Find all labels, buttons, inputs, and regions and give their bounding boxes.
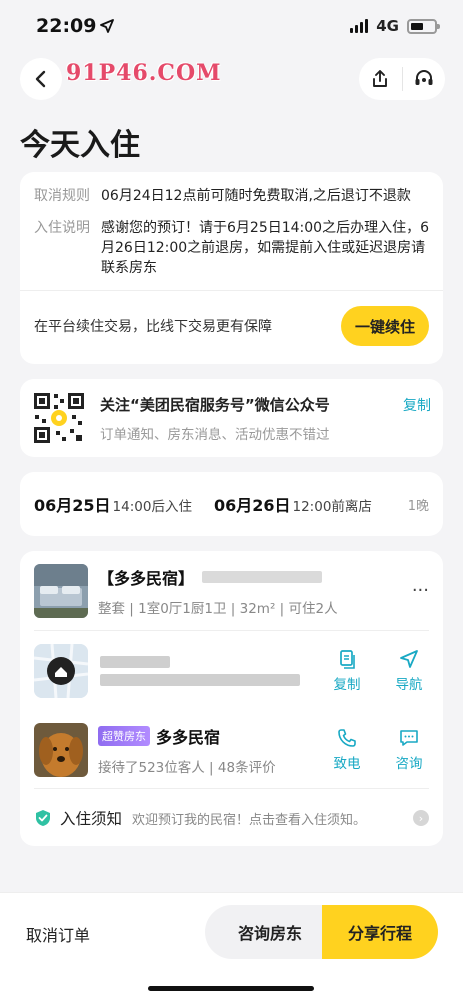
wechat-title: 关注“美团民宿服务号”微信公众号	[100, 395, 330, 414]
signal-icon	[350, 19, 369, 33]
checkout-time-note: 12:00前离店	[292, 499, 372, 515]
status-bar: 22:09 4G	[0, 0, 463, 52]
customer-service-button[interactable]	[402, 58, 445, 100]
listing-name: 【多多民宿】	[98, 565, 406, 589]
clock-text: 22:09	[36, 15, 97, 37]
consult-host-button[interactable]: 咨询	[389, 728, 429, 772]
call-host-label: 致电	[333, 755, 361, 772]
copy-icon	[340, 650, 355, 669]
listing-meta: 整套 | 1室0厅1厨1卫 | 32m² | 可住2人	[98, 600, 338, 617]
host-avatar	[34, 722, 88, 777]
copy-account-link[interactable]: 复制	[403, 395, 431, 415]
navigate-label: 导航	[395, 677, 423, 693]
host-meta: 接待了523位客人 | 48条评价	[98, 759, 276, 776]
call-host-button[interactable]: 致电	[327, 728, 367, 772]
checkin-time-note: 14:00后入住	[112, 499, 192, 515]
network-label: 4G	[376, 17, 399, 35]
nights-count: 1晚	[407, 498, 429, 514]
status-indicators: 4G	[350, 17, 440, 35]
bottom-action-bar: 取消订单 咨询房东 分享行程	[0, 892, 463, 1000]
address-row: 复制 导航	[34, 631, 429, 711]
listing-card: 【多多民宿】 整套 | 1室0厅1厨1卫 | 32m² | 可住2人 ··· 复…	[20, 551, 443, 846]
copy-address-button[interactable]: 复制	[327, 649, 367, 693]
checkin-notice-title: 入住须知	[60, 810, 123, 828]
redacted-name	[202, 570, 323, 583]
wechat-follow-card[interactable]: 关注“美团民宿服务号”微信公众号 订单通知、房东消息、活动优惠不错过 复制	[20, 379, 443, 457]
listing-photo	[34, 563, 88, 618]
checkin-date-value: 06月25日	[34, 496, 111, 515]
listing-name-text: 【多多民宿】	[98, 568, 195, 588]
cancel-policy-row: 取消规则 06月24日12点前可随时免费取消,之后退订不退款	[34, 186, 429, 206]
stay-dates-card: 06月25日 14:00后入住 06月26日 12:00前离店 1晚	[20, 472, 443, 536]
copy-address-label: 复制	[333, 677, 361, 693]
renew-hint: 在平台续住交易，比线下交易更有保障	[34, 319, 272, 335]
share-button[interactable]	[359, 58, 402, 100]
wechat-subtitle: 订单通知、房东消息、活动优惠不错过	[100, 426, 330, 443]
back-button[interactable]	[20, 58, 62, 100]
shield-check-icon	[36, 810, 50, 826]
cancel-order-button[interactable]: 取消订单	[26, 922, 90, 946]
redacted-address-line	[100, 656, 170, 668]
share-itinerary-button[interactable]: 分享行程	[322, 905, 438, 959]
checkin-date: 06月25日 14:00后入住	[34, 492, 192, 516]
checkin-instruction-row: 入住说明 感谢您的预订！请于6月25日14:00之后办理入住，6月26日12:0…	[34, 218, 429, 278]
headset-icon	[415, 70, 433, 85]
more-icon[interactable]: ···	[412, 580, 429, 601]
checkout-date: 06月26日 12:00前离店	[214, 492, 372, 516]
checkin-notice-text: 欢迎预订我的民宿！点击查看入住须知。	[132, 812, 367, 828]
renew-button[interactable]: 一键续住	[341, 306, 429, 346]
super-host-badge: 超赞房东	[98, 725, 150, 746]
status-time: 22:09	[36, 15, 115, 37]
map-thumbnail[interactable]	[34, 644, 88, 698]
redacted-address-line	[100, 674, 300, 686]
host-row[interactable]: 超赞房东 多多民宿 接待了523位客人 | 48条评价 致电 咨询	[34, 711, 429, 789]
header-actions	[359, 58, 445, 100]
checkout-date-value: 06月26日	[213, 496, 291, 515]
chevron-right-icon: ›	[413, 810, 429, 826]
page-title: 今天入住	[20, 128, 140, 163]
location-arrow-icon	[100, 19, 115, 33]
renew-row: 在平台续住交易，比线下交易更有保障 一键续住	[34, 291, 429, 361]
host-name: 多多民宿	[156, 727, 221, 747]
cancel-policy-text: 06月24日12点前可随时免费取消,之后退订不退款	[101, 188, 411, 204]
checkin-instruction-text: 感谢您的预订！请于6月25日14:00之后办理入住，6月26日12:00之前退房…	[101, 220, 429, 276]
home-indicator	[148, 986, 314, 991]
phone-icon	[338, 728, 356, 747]
checkin-instruction-label: 入住说明	[34, 220, 90, 236]
consult-host-bottom-button[interactable]: 咨询房东	[205, 905, 335, 959]
listing-row[interactable]: 【多多民宿】 整套 | 1室0厅1厨1卫 | 32m² | 可住2人 ···	[34, 551, 429, 631]
share-icon	[373, 70, 388, 87]
qr-code-icon	[32, 391, 86, 445]
cancel-policy-label: 取消规则	[34, 188, 90, 204]
battery-icon	[407, 18, 440, 34]
checkin-notice-row[interactable]: 入住须知 欢迎预订我的民宿！点击查看入住须知。 ›	[34, 789, 429, 847]
chat-icon	[400, 729, 418, 746]
navigation-icon	[400, 650, 418, 668]
back-arrow-icon	[35, 70, 46, 88]
watermark-logo: 91P46.COM	[66, 60, 222, 86]
consult-host-label: 咨询	[395, 755, 423, 772]
policy-card: 取消规则 06月24日12点前可随时免费取消,之后退订不退款 入住说明 感谢您的…	[20, 172, 443, 364]
address-info	[100, 650, 327, 692]
navigate-button[interactable]: 导航	[389, 649, 429, 693]
